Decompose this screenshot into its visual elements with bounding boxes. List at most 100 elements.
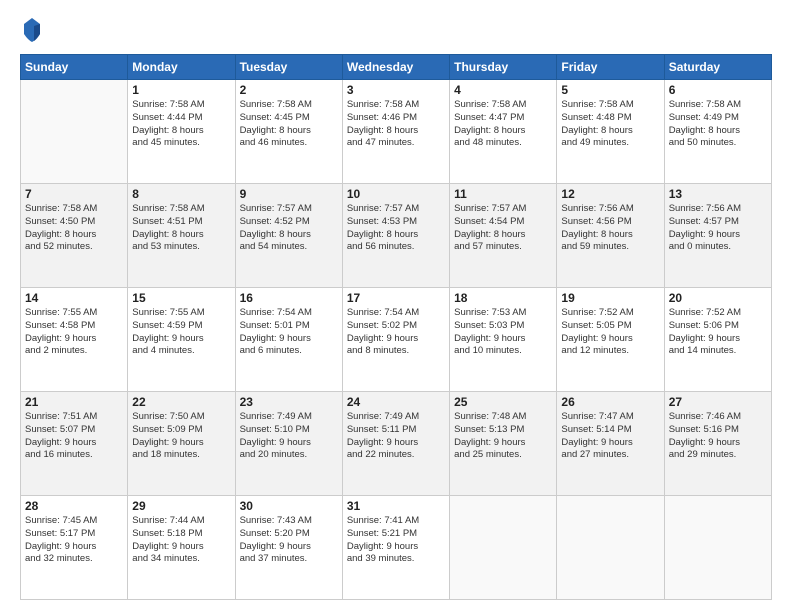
day-info: Sunrise: 7:58 AM Sunset: 4:51 PM Dayligh…	[132, 203, 230, 254]
calendar-cell: 31 Sunrise: 7:41 AM Sunset: 5:21 PM Dayli…	[342, 496, 449, 600]
calendar-header-monday: Monday	[128, 55, 235, 80]
day-info: Sunrise: 7:55 AM Sunset: 4:58 PM Dayligh…	[25, 307, 123, 358]
day-info: Sunrise: 7:57 AM Sunset: 4:52 PM Dayligh…	[240, 203, 338, 254]
day-number: 16	[240, 291, 338, 305]
calendar-cell: 9 Sunrise: 7:57 AM Sunset: 4:52 PM Daylig…	[235, 184, 342, 288]
calendar-cell: 1 Sunrise: 7:58 AM Sunset: 4:44 PM Daylig…	[128, 80, 235, 184]
day-info: Sunrise: 7:54 AM Sunset: 5:01 PM Dayligh…	[240, 307, 338, 358]
calendar-cell: 6 Sunrise: 7:58 AM Sunset: 4:49 PM Daylig…	[664, 80, 771, 184]
logo-icon	[20, 16, 44, 44]
day-info: Sunrise: 7:58 AM Sunset: 4:46 PM Dayligh…	[347, 99, 445, 150]
calendar-cell: 2Sunrise: 7:58 AM Sunset: 4:45 PM Daylig…	[235, 80, 342, 184]
day-info: Sunrise: 7:58 AM Sunset: 4:49 PM Dayligh…	[669, 99, 767, 150]
day-number: 18	[454, 291, 552, 305]
calendar-cell: 29Sunrise: 7:44 AM Sunset: 5:18 PM Dayli…	[128, 496, 235, 600]
calendar-header-friday: Friday	[557, 55, 664, 80]
calendar-week-row: 7 Sunrise: 7:58 AM Sunset: 4:50 PM Daylig…	[21, 184, 772, 288]
day-number: 10	[347, 187, 445, 201]
day-number: 29	[132, 499, 230, 513]
day-number: 5	[561, 83, 659, 97]
calendar-cell: 10 Sunrise: 7:57 AM Sunset: 4:53 PM Dayli…	[342, 184, 449, 288]
day-number: 30	[240, 499, 338, 513]
day-number: 12	[561, 187, 659, 201]
calendar-header-saturday: Saturday	[664, 55, 771, 80]
calendar-cell: 15 Sunrise: 7:55 AM Sunset: 4:59 PM Dayli…	[128, 288, 235, 392]
day-number: 11	[454, 187, 552, 201]
calendar-cell: 21Sunrise: 7:51 AM Sunset: 5:07 PM Dayli…	[21, 392, 128, 496]
day-info: Sunrise: 7:58 AM Sunset: 4:48 PM Dayligh…	[561, 99, 659, 150]
day-info: Sunrise: 7:46 AM Sunset: 5:16 PM Dayligh…	[669, 411, 767, 462]
calendar-cell: 14 Sunrise: 7:55 AM Sunset: 4:58 PM Dayli…	[21, 288, 128, 392]
day-number: 7	[25, 187, 123, 201]
day-number: 3	[347, 83, 445, 97]
day-number: 19	[561, 291, 659, 305]
day-number: 9	[240, 187, 338, 201]
day-number: 15	[132, 291, 230, 305]
calendar-week-row: 14 Sunrise: 7:55 AM Sunset: 4:58 PM Dayli…	[21, 288, 772, 392]
calendar-cell: 4Sunrise: 7:58 AM Sunset: 4:47 PM Daylig…	[450, 80, 557, 184]
calendar-cell: 19 Sunrise: 7:52 AM Sunset: 5:05 PM Dayli…	[557, 288, 664, 392]
calendar-cell: 25 Sunrise: 7:48 AM Sunset: 5:13 PM Dayli…	[450, 392, 557, 496]
calendar-header-thursday: Thursday	[450, 55, 557, 80]
calendar-cell: 22 Sunrise: 7:50 AM Sunset: 5:09 PM Dayli…	[128, 392, 235, 496]
day-info: Sunrise: 7:58 AM Sunset: 4:44 PM Dayligh…	[132, 99, 230, 150]
calendar-header-row: SundayMondayTuesdayWednesdayThursdayFrid…	[21, 55, 772, 80]
calendar-cell	[557, 496, 664, 600]
day-info: Sunrise: 7:55 AM Sunset: 4:59 PM Dayligh…	[132, 307, 230, 358]
calendar-cell: 12 Sunrise: 7:56 AM Sunset: 4:56 PM Dayli…	[557, 184, 664, 288]
calendar-cell: 18Sunrise: 7:53 AM Sunset: 5:03 PM Dayli…	[450, 288, 557, 392]
day-info: Sunrise: 7:52 AM Sunset: 5:06 PM Dayligh…	[669, 307, 767, 358]
day-info: Sunrise: 7:47 AM Sunset: 5:14 PM Dayligh…	[561, 411, 659, 462]
calendar-week-row: 1 Sunrise: 7:58 AM Sunset: 4:44 PM Daylig…	[21, 80, 772, 184]
day-info: Sunrise: 7:56 AM Sunset: 4:57 PM Dayligh…	[669, 203, 767, 254]
day-info: Sunrise: 7:49 AM Sunset: 5:10 PM Dayligh…	[240, 411, 338, 462]
calendar-cell: 30 Sunrise: 7:43 AM Sunset: 5:20 PM Dayli…	[235, 496, 342, 600]
day-number: 17	[347, 291, 445, 305]
day-number: 27	[669, 395, 767, 409]
day-info: Sunrise: 7:45 AM Sunset: 5:17 PM Dayligh…	[25, 515, 123, 566]
day-number: 24	[347, 395, 445, 409]
day-number: 23	[240, 395, 338, 409]
calendar-header-tuesday: Tuesday	[235, 55, 342, 80]
day-number: 6	[669, 83, 767, 97]
day-number: 28	[25, 499, 123, 513]
day-info: Sunrise: 7:58 AM Sunset: 4:50 PM Dayligh…	[25, 203, 123, 254]
day-info: Sunrise: 7:41 AM Sunset: 5:21 PM Dayligh…	[347, 515, 445, 566]
calendar-cell: 24 Sunrise: 7:49 AM Sunset: 5:11 PM Dayli…	[342, 392, 449, 496]
day-number: 25	[454, 395, 552, 409]
day-number: 31	[347, 499, 445, 513]
calendar-week-row: 28 Sunrise: 7:45 AM Sunset: 5:17 PM Dayli…	[21, 496, 772, 600]
day-info: Sunrise: 7:43 AM Sunset: 5:20 PM Dayligh…	[240, 515, 338, 566]
day-number: 2	[240, 83, 338, 97]
calendar-cell: 3 Sunrise: 7:58 AM Sunset: 4:46 PM Daylig…	[342, 80, 449, 184]
calendar-cell: 13 Sunrise: 7:56 AM Sunset: 4:57 PM Dayli…	[664, 184, 771, 288]
day-number: 26	[561, 395, 659, 409]
day-info: Sunrise: 7:57 AM Sunset: 4:53 PM Dayligh…	[347, 203, 445, 254]
calendar-table: SundayMondayTuesdayWednesdayThursdayFrid…	[20, 54, 772, 600]
day-info: Sunrise: 7:48 AM Sunset: 5:13 PM Dayligh…	[454, 411, 552, 462]
calendar-cell	[21, 80, 128, 184]
day-info: Sunrise: 7:49 AM Sunset: 5:11 PM Dayligh…	[347, 411, 445, 462]
day-number: 22	[132, 395, 230, 409]
day-info: Sunrise: 7:56 AM Sunset: 4:56 PM Dayligh…	[561, 203, 659, 254]
calendar-cell: 28 Sunrise: 7:45 AM Sunset: 5:17 PM Dayli…	[21, 496, 128, 600]
calendar-cell: 11Sunrise: 7:57 AM Sunset: 4:54 PM Dayli…	[450, 184, 557, 288]
calendar-cell: 17 Sunrise: 7:54 AM Sunset: 5:02 PM Dayli…	[342, 288, 449, 392]
header	[20, 16, 772, 44]
calendar-cell: 27 Sunrise: 7:46 AM Sunset: 5:16 PM Dayli…	[664, 392, 771, 496]
day-number: 14	[25, 291, 123, 305]
logo	[20, 16, 48, 44]
calendar-cell	[664, 496, 771, 600]
day-number: 1	[132, 83, 230, 97]
day-info: Sunrise: 7:52 AM Sunset: 5:05 PM Dayligh…	[561, 307, 659, 358]
day-number: 13	[669, 187, 767, 201]
day-info: Sunrise: 7:54 AM Sunset: 5:02 PM Dayligh…	[347, 307, 445, 358]
calendar-cell: 26 Sunrise: 7:47 AM Sunset: 5:14 PM Dayli…	[557, 392, 664, 496]
day-info: Sunrise: 7:50 AM Sunset: 5:09 PM Dayligh…	[132, 411, 230, 462]
calendar-cell	[450, 496, 557, 600]
calendar-week-row: 21Sunrise: 7:51 AM Sunset: 5:07 PM Dayli…	[21, 392, 772, 496]
calendar-header-sunday: Sunday	[21, 55, 128, 80]
day-info: Sunrise: 7:58 AM Sunset: 4:47 PM Dayligh…	[454, 99, 552, 150]
calendar-cell: 5 Sunrise: 7:58 AM Sunset: 4:48 PM Daylig…	[557, 80, 664, 184]
day-number: 20	[669, 291, 767, 305]
